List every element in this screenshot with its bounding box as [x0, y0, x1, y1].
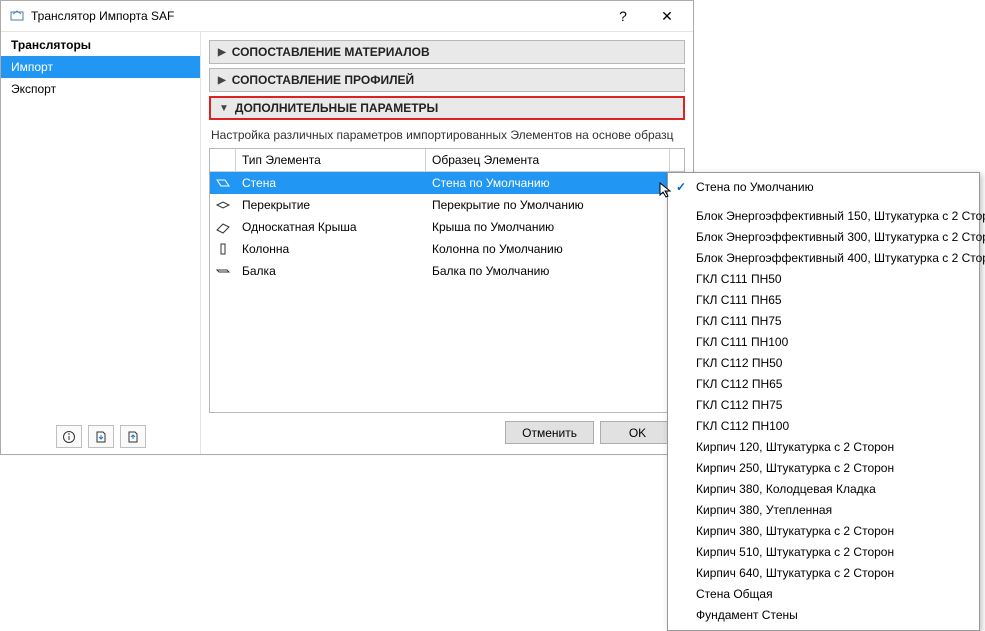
app-icon — [9, 8, 25, 24]
table-row[interactable]: Стена Стена по Умолчанию ▼ — [210, 172, 684, 194]
dialog-body: Трансляторы Импорт Экспорт ▶ СОПОСТАВЛЕН… — [1, 31, 693, 454]
cell-type: Стена — [236, 176, 426, 190]
dropdown-item[interactable]: Блок Энергоэффективный 400, Штукатурка с… — [668, 248, 979, 269]
dropdown-item[interactable]: Кирпич 640, Штукатурка с 2 Сторон — [668, 563, 979, 584]
accordion-materials[interactable]: ▶ СОПОСТАВЛЕНИЕ МАТЕРИАЛОВ — [209, 40, 685, 64]
accordion-label: СОПОСТАВЛЕНИЕ ПРОФИЛЕЙ — [232, 73, 414, 87]
dropdown-item[interactable]: Блок Энергоэффективный 300, Штукатурка с… — [668, 227, 979, 248]
cell-sample[interactable]: Колонна по Умолчанию — [426, 242, 684, 256]
dropdown-item[interactable]: Стена по Умолчанию — [668, 177, 979, 198]
dropdown-separator — [668, 198, 979, 206]
table-row[interactable]: Балка Балка по Умолчанию — [210, 260, 684, 282]
accordion-label: ДОПОЛНИТЕЛЬНЫЕ ПАРАМЕТРЫ — [235, 101, 438, 115]
roof-icon — [210, 220, 236, 234]
dropdown-item[interactable]: ГКЛ C112 ПН100 — [668, 416, 979, 437]
table-header: Тип Элемента Образец Элемента — [210, 149, 684, 172]
table-row[interactable]: Колонна Колонна по Умолчанию — [210, 238, 684, 260]
dropdown-item[interactable]: Кирпич 380, Колодцевая Кладка — [668, 479, 979, 500]
cell-type: Балка — [236, 264, 426, 278]
slab-icon — [210, 198, 236, 212]
column-icon — [210, 149, 236, 171]
dropdown-item[interactable]: Блок Энергоэффективный 150, Штукатурка с… — [668, 206, 979, 227]
accordion-additional[interactable]: ▼ ДОПОЛНИТЕЛЬНЫЕ ПАРАМЕТРЫ — [209, 96, 685, 120]
column-spacer — [670, 149, 684, 171]
cell-sample[interactable]: Балка по Умолчанию — [426, 264, 684, 278]
sample-dropdown: Стена по Умолчанию Блок Энергоэффективный… — [667, 172, 980, 631]
import-file-button[interactable] — [88, 425, 114, 448]
sidebar-toolbar — [1, 419, 200, 454]
dropdown-item[interactable]: ГКЛ C111 ПН75 — [668, 311, 979, 332]
dropdown-item[interactable]: ГКЛ C112 ПН75 — [668, 395, 979, 416]
section-description: Настройка различных параметров импортиро… — [209, 124, 685, 148]
column-icon — [210, 242, 236, 256]
accordion-profiles[interactable]: ▶ СОПОСТАВЛЕНИЕ ПРОФИЛЕЙ — [209, 68, 685, 92]
sidebar: Трансляторы Импорт Экспорт — [1, 32, 201, 454]
close-button[interactable]: ✕ — [645, 2, 689, 30]
cancel-button[interactable]: Отменить — [505, 421, 594, 444]
sidebar-item-import[interactable]: Импорт — [1, 56, 200, 78]
dropdown-item[interactable]: Кирпич 380, Штукатурка с 2 Сторон — [668, 521, 979, 542]
titlebar[interactable]: Транслятор Импорта SAF ? ✕ — [1, 1, 693, 31]
ok-button[interactable]: OK — [600, 421, 675, 444]
cell-sample-text: Стена по Умолчанию — [432, 176, 550, 190]
cell-sample[interactable]: Крыша по Умолчанию — [426, 220, 684, 234]
column-sample[interactable]: Образец Элемента — [426, 149, 670, 171]
sidebar-header: Трансляторы — [1, 32, 200, 56]
column-type[interactable]: Тип Элемента — [236, 149, 426, 171]
dropdown-item[interactable]: ГКЛ C111 ПН65 — [668, 290, 979, 311]
parameters-table: Тип Элемента Образец Элемента Стена Стен… — [209, 148, 685, 413]
table-row[interactable]: Односкатная Крыша Крыша по Умолчанию — [210, 216, 684, 238]
dropdown-item[interactable]: ГКЛ C112 ПН65 — [668, 374, 979, 395]
cell-sample[interactable]: Стена по Умолчанию ▼ — [426, 176, 684, 190]
chevron-right-icon: ▶ — [218, 75, 226, 86]
chevron-down-icon: ▼ — [219, 103, 229, 114]
dropdown-item[interactable]: ГКЛ C112 ПН50 — [668, 353, 979, 374]
beam-icon — [210, 264, 236, 278]
dropdown-item[interactable]: Кирпич 510, Штукатурка с 2 Сторон — [668, 542, 979, 563]
help-button[interactable]: ? — [601, 2, 645, 30]
cell-type: Перекрытие — [236, 198, 426, 212]
chevron-right-icon: ▶ — [218, 47, 226, 58]
table-body: Стена Стена по Умолчанию ▼ Перекрытие Пе… — [210, 172, 684, 412]
accordion-label: СОПОСТАВЛЕНИЕ МАТЕРИАЛОВ — [232, 45, 430, 59]
cell-type: Колонна — [236, 242, 426, 256]
sidebar-item-export[interactable]: Экспорт — [1, 78, 200, 100]
dialog-title: Транслятор Импорта SAF — [31, 9, 601, 23]
dropdown-item[interactable]: Стена Общая — [668, 584, 979, 605]
table-row[interactable]: Перекрытие Перекрытие по Умолчанию — [210, 194, 684, 216]
sidebar-items: Импорт Экспорт — [1, 56, 200, 419]
wall-icon — [210, 176, 236, 190]
cell-type: Односкатная Крыша — [236, 220, 426, 234]
main-panel: ▶ СОПОСТАВЛЕНИЕ МАТЕРИАЛОВ ▶ СОПОСТАВЛЕН… — [201, 32, 693, 454]
cell-sample[interactable]: Перекрытие по Умолчанию — [426, 198, 684, 212]
dropdown-item[interactable]: ГКЛ C111 ПН100 — [668, 332, 979, 353]
dialog-window: Транслятор Импорта SAF ? ✕ Трансляторы И… — [0, 0, 694, 455]
dropdown-item[interactable]: Фундамент Стены — [668, 605, 979, 626]
dropdown-item[interactable]: Кирпич 380, Утепленная — [668, 500, 979, 521]
dialog-footer: Отменить OK — [209, 413, 685, 454]
dropdown-item[interactable]: Кирпич 120, Штукатурка с 2 Сторон — [668, 437, 979, 458]
info-button[interactable] — [56, 425, 82, 448]
dropdown-item[interactable]: Кирпич 250, Штукатурка с 2 Сторон — [668, 458, 979, 479]
export-file-button[interactable] — [120, 425, 146, 448]
dropdown-item[interactable]: ГКЛ C111 ПН50 — [668, 269, 979, 290]
